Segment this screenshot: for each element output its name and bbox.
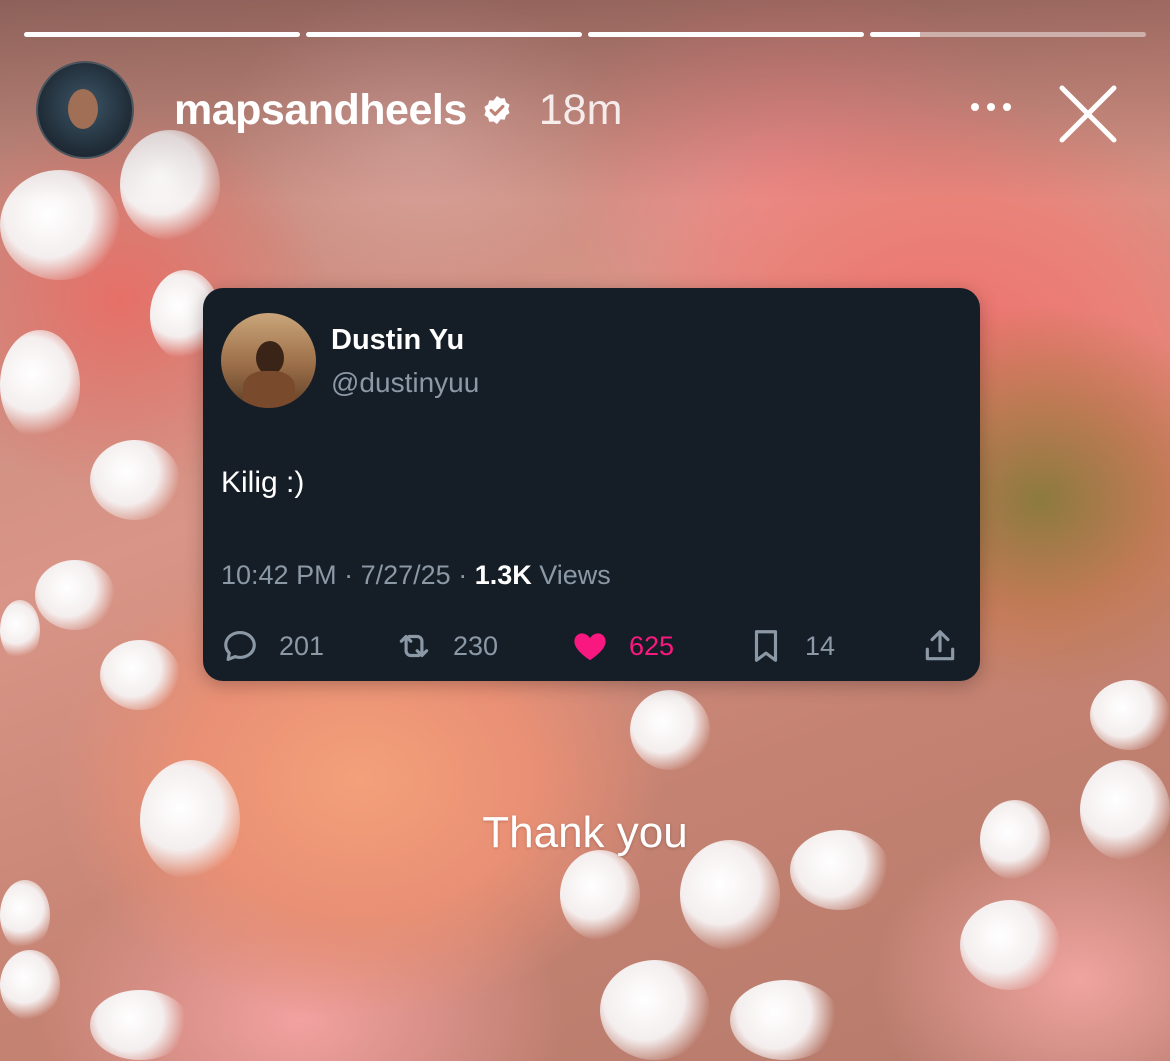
progress-fill (306, 32, 582, 37)
flower-decoration (0, 330, 80, 440)
bookmark-button[interactable]: 14 (747, 626, 835, 666)
retweet-button[interactable]: 230 (395, 626, 498, 666)
tweet-time: 10:42 PM (221, 560, 337, 590)
flower-decoration (100, 640, 180, 710)
tweet-actions: 201 230 625 14 (203, 626, 980, 666)
tweet-date: 7/27/25 (360, 560, 451, 590)
flower-decoration (960, 900, 1060, 990)
flower-decoration (0, 950, 60, 1020)
tweet-author-name[interactable]: Dustin Yu (331, 324, 464, 357)
progress-segment (870, 32, 1146, 37)
progress-fill (588, 32, 864, 37)
meta-separator: · (458, 560, 475, 590)
close-icon[interactable] (1054, 80, 1122, 148)
flower-decoration (35, 560, 115, 630)
tweet-text: Kilig :) (221, 466, 305, 499)
bookmark-icon (754, 630, 778, 662)
verified-badge-icon (484, 96, 510, 124)
retweet-count: 230 (453, 630, 499, 661)
reply-icon (224, 630, 256, 662)
tweet-author-avatar[interactable] (221, 313, 316, 408)
tweet-views-label: Views (539, 560, 611, 590)
flower-decoration (0, 600, 40, 660)
like-button[interactable]: 625 (571, 626, 674, 666)
flower-decoration (730, 980, 840, 1060)
tweet-meta: 10:42 PM · 7/27/25 · 1.3K Views (221, 560, 611, 591)
meta-separator: · (344, 560, 361, 590)
flower-decoration (560, 850, 640, 940)
story-caption: Thank you (482, 808, 688, 857)
story-time: 18m (538, 85, 623, 134)
share-button[interactable] (921, 626, 979, 666)
tweet-card[interactable]: Dustin Yu @dustinyuu Kilig :) 10:42 PM ·… (203, 288, 980, 681)
progress-segment (306, 32, 582, 37)
story-progress-bar (24, 32, 1146, 37)
more-icon[interactable] (966, 92, 1016, 122)
progress-fill (24, 32, 300, 37)
progress-segment (588, 32, 864, 37)
flower-decoration (0, 880, 50, 950)
story-username[interactable]: mapsandheels (174, 86, 467, 135)
reply-count: 201 (279, 630, 325, 661)
progress-segment (24, 32, 300, 37)
story-header: mapsandheels 18m (36, 61, 1146, 159)
story-avatar[interactable] (36, 61, 134, 159)
flower-decoration (90, 990, 190, 1060)
tweet-views-count: 1.3K (474, 560, 532, 590)
flower-decoration (1090, 680, 1170, 750)
retweet-icon (399, 634, 429, 658)
like-count: 625 (629, 630, 675, 661)
tweet-author-handle[interactable]: @dustinyuu (331, 367, 479, 399)
heart-icon (574, 633, 606, 661)
flower-decoration (90, 440, 180, 520)
flower-decoration (600, 960, 710, 1060)
reply-button[interactable]: 201 (221, 626, 324, 666)
progress-fill (870, 32, 920, 37)
bookmark-count: 14 (805, 630, 836, 661)
flower-decoration (630, 690, 710, 770)
share-icon (925, 630, 955, 661)
